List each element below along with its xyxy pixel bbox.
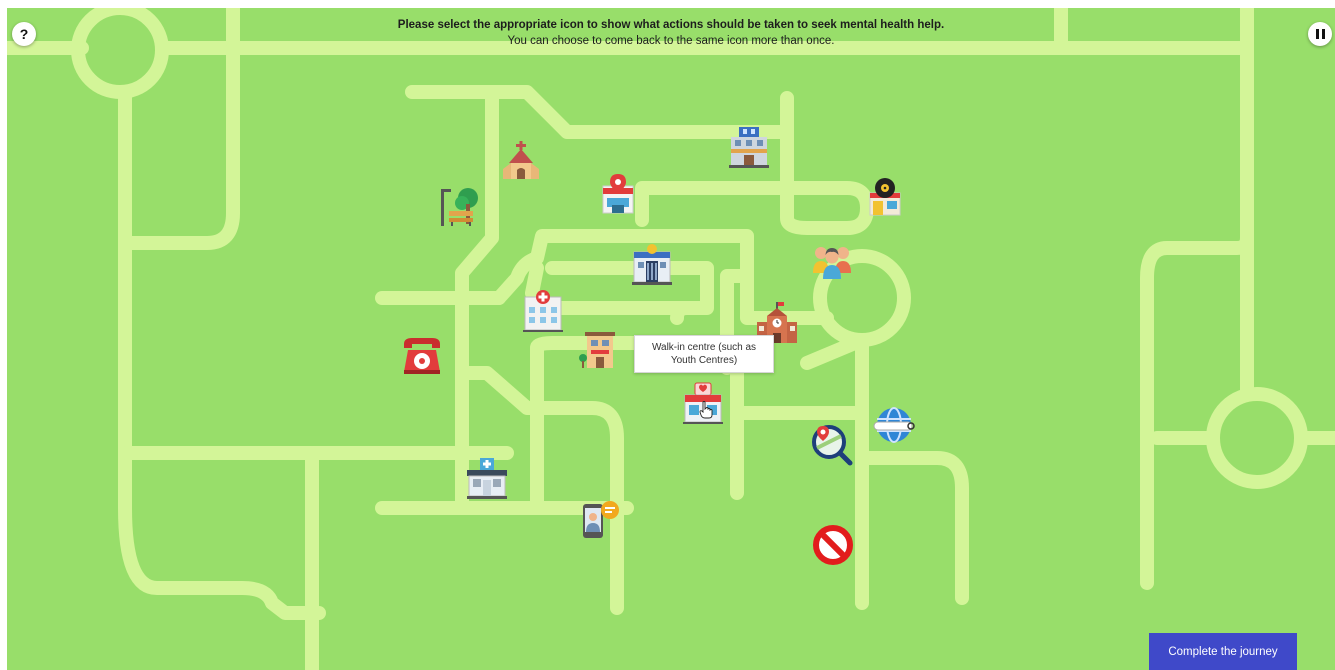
people-group-icon[interactable] (810, 237, 854, 281)
web-search-globe-icon[interactable] (872, 405, 916, 449)
video-chat-phone-icon[interactable] (577, 498, 621, 542)
pause-icon (1315, 29, 1325, 39)
icon-tooltip: Walk-in centre (such as Youth Centres) (634, 335, 774, 373)
instruction-title: Please select the appropriate icon to sh… (397, 19, 945, 31)
map-search-icon[interactable] (809, 422, 853, 466)
hand-cursor-icon (699, 401, 713, 419)
police-station-icon[interactable] (630, 242, 674, 286)
help-button[interactable]: ? (12, 22, 36, 46)
record-shop-icon[interactable] (863, 175, 907, 219)
no-entry-icon[interactable] (811, 523, 855, 567)
park-bench-tree-icon[interactable] (436, 184, 480, 228)
house-icon[interactable] (577, 328, 621, 372)
telephone-icon[interactable] (400, 332, 444, 376)
question-mark-icon: ? (19, 26, 29, 42)
hospital-icon[interactable] (521, 289, 565, 333)
pharmacy-icon[interactable] (596, 172, 640, 216)
church-icon[interactable] (499, 139, 543, 183)
office-tower-icon[interactable] (727, 125, 771, 169)
game-map: Please select the appropriate icon to sh… (7, 8, 1335, 670)
clinic-icon[interactable] (465, 456, 509, 500)
complete-journey-button[interactable]: Complete the journey (1149, 633, 1297, 670)
instruction-subtitle: You can choose to come back to the same … (507, 35, 835, 47)
pause-button[interactable] (1308, 22, 1332, 46)
